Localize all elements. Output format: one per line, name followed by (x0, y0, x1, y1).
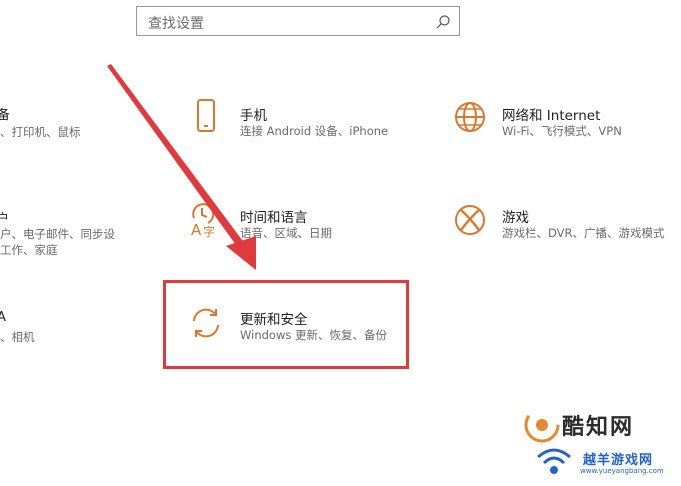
watermark-wifi-icon (537, 448, 571, 474)
category-desc: 游戏栏、DVR、广播、游戏模式 (502, 226, 665, 240)
settings-search-box[interactable]: 查找设置 (136, 6, 460, 36)
category-title: 户 (0, 212, 10, 227)
search-icon[interactable] (435, 14, 451, 30)
category-title: 网络和 Internet (502, 108, 601, 124)
category-desc: 户、电子邮件、同步设 (0, 227, 115, 241)
category-desc: 、相机 (0, 330, 35, 344)
watermark: 酷知网 越羊游戏网 www.yueyangbang.com (520, 405, 678, 483)
time-language-icon: A 字 (191, 203, 215, 238)
highlight-box (163, 280, 409, 369)
svg-text:A: A (191, 221, 202, 238)
globe-icon (455, 102, 485, 132)
category-title: 游戏 (502, 210, 529, 226)
category-desc: 语音、区域、日期 (240, 226, 332, 240)
category-desc: 、打印机、鼠标 (0, 125, 81, 139)
category-title: A (0, 310, 6, 325)
category-phone[interactable]: 手机 连接 Android 设备、iPhone (188, 96, 418, 142)
watermark-subtitle: 越羊游戏网 (583, 453, 654, 468)
watermark-url: www.yueyangbang.com (580, 467, 664, 475)
watermark-logo-icon (523, 406, 561, 444)
svg-text:字: 字 (203, 224, 215, 238)
category-title: 备 (0, 108, 11, 123)
category-desc: Wi-Fi、飞行模式、VPN (502, 124, 622, 138)
xbox-icon (455, 205, 485, 235)
category-time-language[interactable]: A 字 时间和语言 语音、区域、日期 (188, 199, 418, 245)
search-placeholder: 查找设置 (148, 16, 204, 32)
phone-icon (197, 99, 215, 132)
category-network[interactable]: 网络和 Internet Wi-Fi、飞行模式、VPN (450, 96, 675, 142)
category-title: 手机 (240, 108, 267, 124)
category-desc: 连接 Android 设备、iPhone (240, 124, 389, 138)
category-desc: 工作、家庭 (0, 243, 58, 257)
watermark-name: 酷知网 (562, 415, 635, 440)
category-gaming[interactable]: 游戏 游戏栏、DVR、广播、游戏模式 (450, 199, 675, 245)
category-title: 时间和语言 (240, 210, 308, 226)
